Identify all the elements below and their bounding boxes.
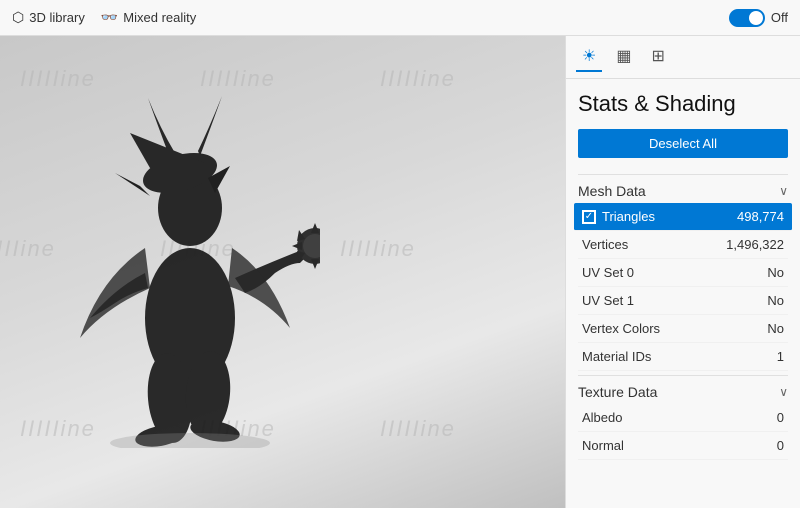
toggle-label: Off xyxy=(771,10,788,25)
3d-library-button[interactable]: ⬡ 3D library xyxy=(12,9,85,26)
tab-shading[interactable]: ☀ xyxy=(576,42,602,72)
watermark: IIIIIine xyxy=(380,66,456,92)
library-label: 3D library xyxy=(29,10,85,25)
texture-data-section-header[interactable]: Texture Data ∨ xyxy=(578,375,788,404)
uv-set-1-value: No xyxy=(767,293,784,308)
uv-set-0-label: UV Set 0 xyxy=(582,265,634,280)
watermark: IIIIIine xyxy=(340,236,416,262)
vertex-colors-label: Vertex Colors xyxy=(582,321,660,336)
material-ids-row[interactable]: Material IDs 1 xyxy=(578,343,788,371)
uv-set-1-row[interactable]: UV Set 1 No xyxy=(578,287,788,315)
mixed-reality-button[interactable]: 👓 Mixed reality xyxy=(101,9,196,26)
albedo-value: 0 xyxy=(777,410,784,425)
panel-title: Stats & Shading xyxy=(578,91,788,117)
deselect-all-button[interactable]: Deselect All xyxy=(578,129,788,158)
triangles-checkbox[interactable] xyxy=(582,210,596,224)
vertices-label: Vertices xyxy=(582,237,628,252)
mr-icon: 👓 xyxy=(101,9,118,26)
mesh-data-chevron: ∨ xyxy=(779,184,788,198)
mesh-data-section-header[interactable]: Mesh Data ∨ xyxy=(578,174,788,203)
material-ids-value: 1 xyxy=(777,349,784,364)
texture-data-content: Albedo 0 Normal 0 xyxy=(578,404,788,460)
vertices-row[interactable]: Vertices 1,496,322 xyxy=(578,231,788,259)
main-area: IIIIIine IIIIIine IIIIIine IIIIIine IIII… xyxy=(0,36,800,508)
tab-grid[interactable]: ▦ xyxy=(610,42,637,72)
albedo-label: Albedo xyxy=(582,410,622,425)
cube-icon: ⬡ xyxy=(12,9,24,26)
normal-label: Normal xyxy=(582,438,624,453)
toggle-knob xyxy=(749,11,763,25)
normal-row[interactable]: Normal 0 xyxy=(578,432,788,460)
triangles-label: Triangles xyxy=(602,209,655,224)
topbar: ⬡ 3D library 👓 Mixed reality Off xyxy=(0,0,800,36)
toggle-container: Off xyxy=(729,9,788,27)
panel-tabs: ☀ ▦ ⊞ xyxy=(566,36,800,79)
vertex-colors-value: No xyxy=(767,321,784,336)
texture-data-chevron: ∨ xyxy=(779,385,788,399)
mesh-data-content: Triangles 498,774 Vertices 1,496,322 UV … xyxy=(578,203,788,371)
toggle-switch[interactable] xyxy=(729,9,765,27)
texture-data-title: Texture Data xyxy=(578,384,657,400)
panel-content: Stats & Shading Deselect All Mesh Data ∨… xyxy=(566,79,800,508)
normal-value: 0 xyxy=(777,438,784,453)
viewport[interactable]: IIIIIine IIIIIine IIIIIine IIIIIine IIII… xyxy=(0,36,565,508)
vertex-colors-row[interactable]: Vertex Colors No xyxy=(578,315,788,343)
triangles-row[interactable]: Triangles 498,774 xyxy=(574,203,792,231)
right-panel: ☀ ▦ ⊞ Stats & Shading Deselect All Mesh … xyxy=(565,36,800,508)
mixed-reality-label: Mixed reality xyxy=(123,10,196,25)
albedo-row[interactable]: Albedo 0 xyxy=(578,404,788,432)
material-ids-label: Material IDs xyxy=(582,349,651,364)
uv-set-0-row[interactable]: UV Set 0 No xyxy=(578,259,788,287)
vertices-value: 1,496,322 xyxy=(726,237,784,252)
uv-set-0-value: No xyxy=(767,265,784,280)
triangles-value: 498,774 xyxy=(737,209,784,224)
mesh-data-title: Mesh Data xyxy=(578,183,646,199)
3d-figure xyxy=(60,78,320,448)
watermark: IIIIIine xyxy=(380,416,456,442)
watermark: IIIIIine xyxy=(0,236,56,262)
tab-dots[interactable]: ⊞ xyxy=(645,42,670,72)
uv-set-1-label: UV Set 1 xyxy=(582,293,634,308)
